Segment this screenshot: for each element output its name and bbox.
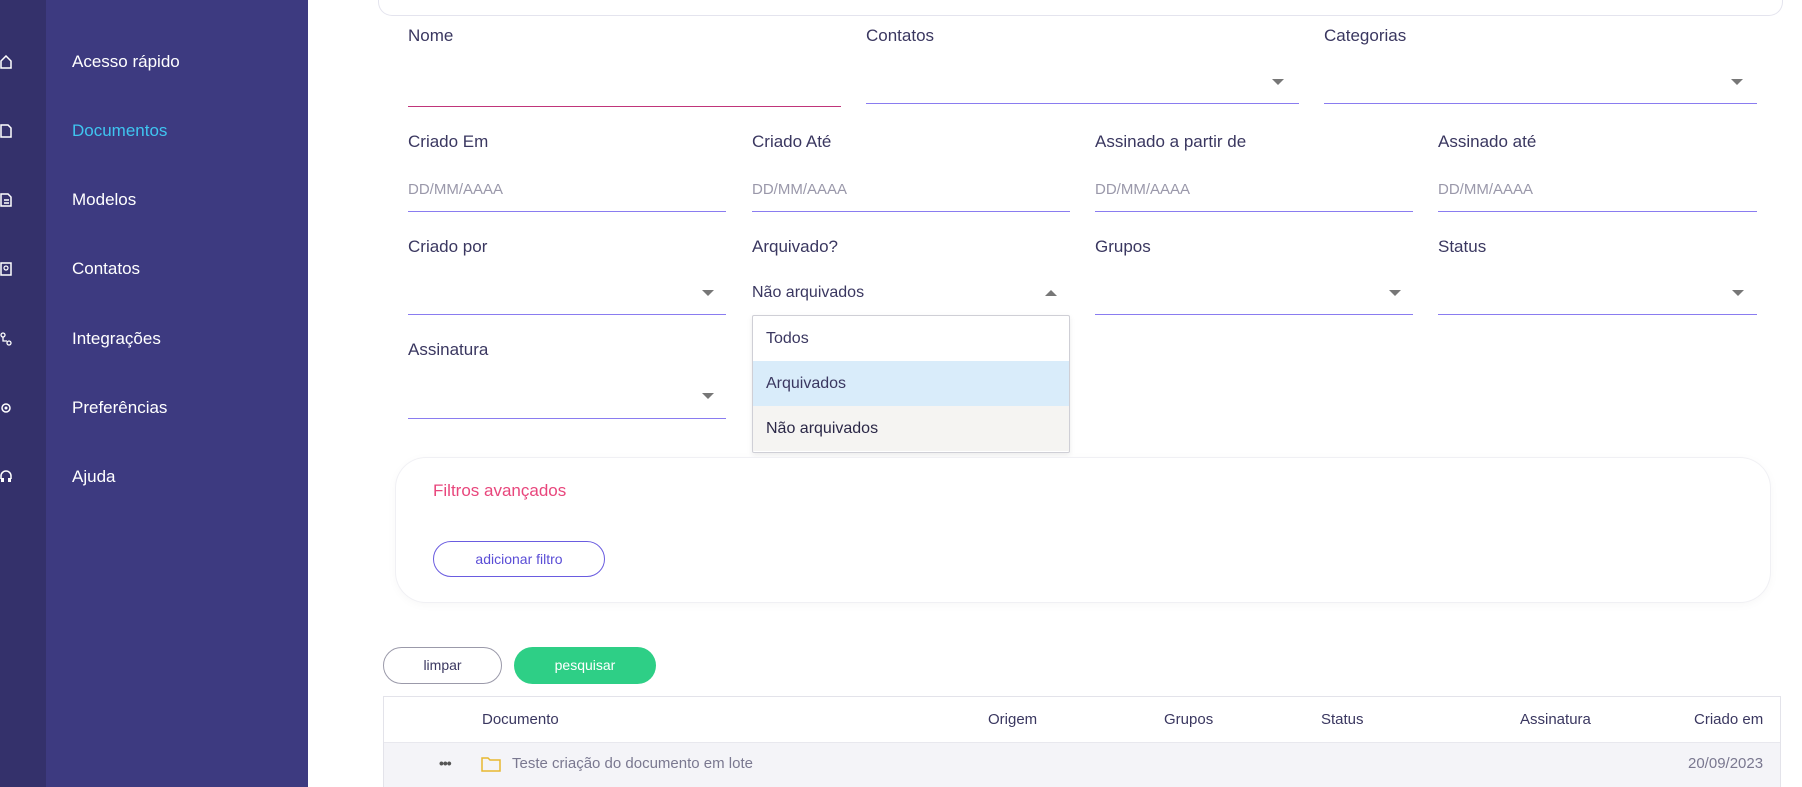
sidebar-rail: [0, 0, 46, 787]
clear-button[interactable]: limpar: [383, 647, 502, 684]
criado-em-input[interactable]: DD/MM/AAAA: [408, 181, 503, 198]
assinado-ate-input[interactable]: DD/MM/AAAA: [1438, 181, 1533, 198]
integrations-icon[interactable]: [0, 332, 12, 346]
status-select[interactable]: [1438, 314, 1757, 315]
arquivado-label: Arquivado?: [752, 237, 839, 256]
col-documento[interactable]: Documento: [482, 711, 559, 728]
document-name[interactable]: Teste criação do documento em lote: [512, 755, 753, 772]
status-label: Status: [1438, 237, 1487, 256]
assinatura-select[interactable]: [408, 418, 726, 419]
chevron-down-icon[interactable]: [1732, 290, 1744, 296]
chevron-up-icon[interactable]: [1045, 290, 1057, 296]
contacts-icon[interactable]: [0, 262, 12, 276]
assinatura-label: Assinatura: [408, 340, 489, 359]
document-created-date: 20/09/2023: [1688, 755, 1764, 772]
criado-por-label: Criado por: [408, 237, 488, 256]
chevron-down-icon[interactable]: [702, 393, 714, 399]
grupos-select[interactable]: [1095, 314, 1413, 315]
sidebar-item-preferencias[interactable]: Preferências: [72, 398, 167, 418]
contatos-select[interactable]: [866, 103, 1299, 104]
option-todos[interactable]: Todos: [753, 316, 1069, 361]
assinado-partir-label: Assinado a partir de: [1095, 132, 1247, 151]
criado-ate-label: Criado Até: [752, 132, 832, 151]
categorias-label: Categorias: [1324, 26, 1407, 45]
col-criado-em[interactable]: Criado em: [1694, 711, 1763, 728]
chevron-down-icon[interactable]: [702, 290, 714, 296]
nome-label: Nome: [408, 26, 454, 45]
option-arquivados[interactable]: Arquivados: [753, 361, 1069, 406]
criado-ate-input[interactable]: DD/MM/AAAA: [752, 181, 847, 198]
sidebar-item-integracoes[interactable]: Integrações: [72, 329, 161, 349]
chevron-down-icon[interactable]: [1389, 290, 1401, 296]
chevron-down-icon[interactable]: [1272, 79, 1284, 85]
assinado-ate-underline: [1438, 211, 1757, 212]
filter-card-top: [378, 0, 1783, 16]
sidebar-item-ajuda[interactable]: Ajuda: [72, 467, 115, 487]
categorias-select[interactable]: [1324, 103, 1757, 104]
arquivado-dropdown: Todos Arquivados Não arquivados: [752, 315, 1070, 453]
home-icon[interactable]: [0, 55, 12, 69]
sidebar: [46, 0, 308, 787]
sidebar-item-documentos[interactable]: Documentos: [72, 121, 167, 141]
search-button[interactable]: pesquisar: [514, 647, 656, 684]
advanced-filters-title: Filtros avançados: [433, 481, 567, 500]
chevron-down-icon[interactable]: [1731, 79, 1743, 85]
template-icon[interactable]: [0, 193, 12, 207]
advanced-filters-card: [396, 458, 1770, 602]
nome-input[interactable]: [408, 106, 841, 107]
sidebar-item-contatos[interactable]: Contatos: [72, 259, 140, 279]
gear-icon[interactable]: [0, 401, 12, 415]
criado-ate-underline: [752, 211, 1070, 212]
help-icon[interactable]: [0, 470, 12, 484]
document-icon[interactable]: [0, 124, 12, 138]
col-grupos[interactable]: Grupos: [1164, 711, 1213, 728]
col-origem[interactable]: Origem: [988, 711, 1037, 728]
assinado-partir-underline: [1095, 211, 1413, 212]
add-filter-button[interactable]: adicionar filtro: [433, 541, 605, 577]
criado-em-label: Criado Em: [408, 132, 489, 151]
more-options-icon[interactable]: •••: [439, 755, 452, 771]
sidebar-item-acesso-rapido[interactable]: Acesso rápido: [72, 52, 180, 72]
col-assinatura[interactable]: Assinatura: [1520, 711, 1591, 728]
arquivado-select[interactable]: Não arquivados: [752, 284, 864, 302]
option-nao-arquivados[interactable]: Não arquivados: [753, 406, 1069, 451]
folder-icon: [481, 756, 501, 772]
criado-por-select[interactable]: [408, 314, 726, 315]
criado-em-underline: [408, 211, 726, 212]
assinado-ate-label: Assinado até: [1438, 132, 1537, 151]
grupos-label: Grupos: [1095, 237, 1151, 256]
sidebar-item-modelos[interactable]: Modelos: [72, 190, 136, 210]
assinado-partir-input[interactable]: DD/MM/AAAA: [1095, 181, 1190, 198]
col-status[interactable]: Status: [1321, 711, 1364, 728]
contatos-label: Contatos: [866, 26, 935, 45]
